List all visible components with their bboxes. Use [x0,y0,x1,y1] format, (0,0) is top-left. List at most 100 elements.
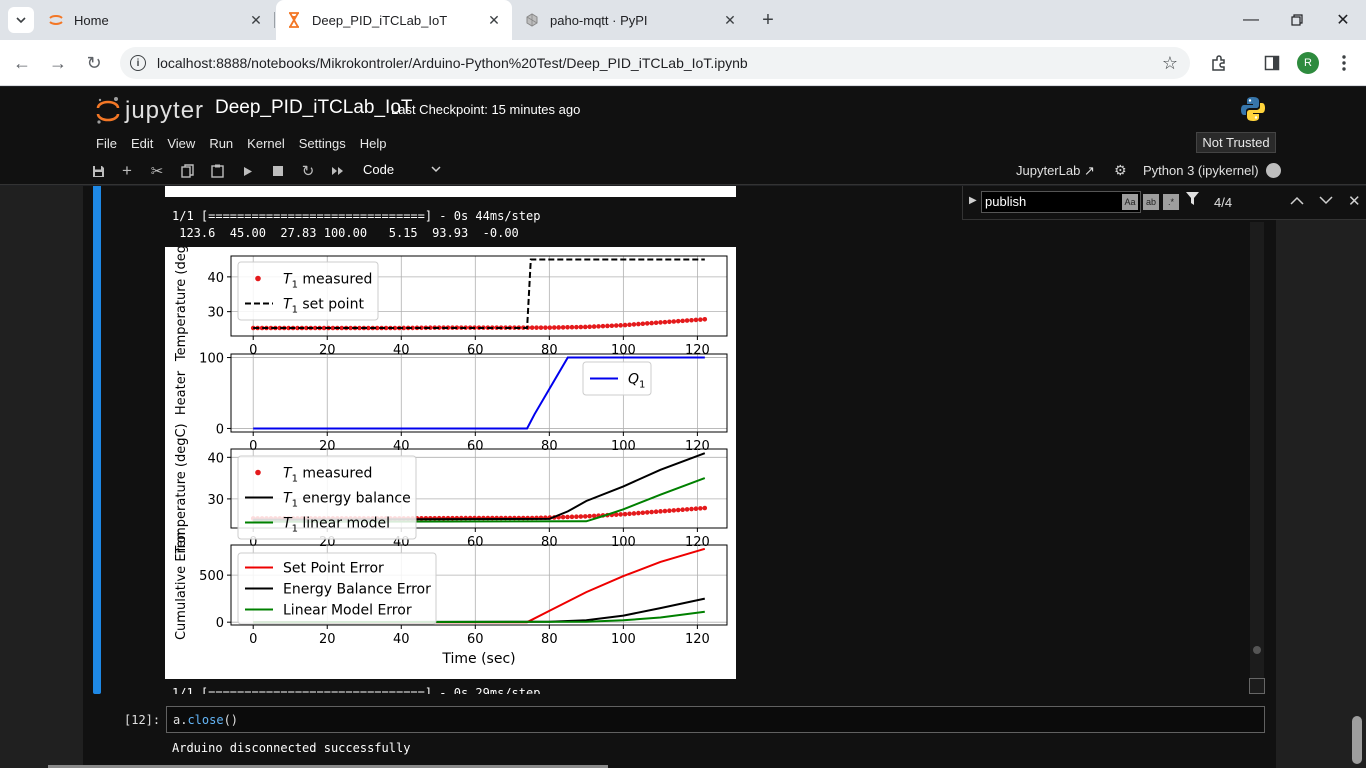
series-point [587,513,592,519]
page-scrollbar-thumb[interactable] [1352,716,1362,764]
series-point [609,323,615,329]
series-point [560,514,566,520]
previous-match-icon[interactable] [1290,192,1304,209]
series-point [658,509,663,514]
omnibox[interactable]: i localhost:8888/notebooks/Mikrokontrole… [120,47,1190,79]
notebook-area: 1/1 [==============================] - 0… [0,186,1366,768]
series-point [569,514,575,520]
legend-marker [255,469,261,476]
cell-type-select[interactable]: Code [363,162,394,177]
save-icon[interactable] [89,162,107,180]
tab-paho-mqtt[interactable]: paho-mqtt · PyPI ✕ [514,0,748,40]
close-window-button[interactable]: ✕ [1320,0,1366,40]
tab-deep-pid[interactable]: Deep_PID_iTCLab_IoT ✕ [276,0,512,40]
series-point [582,324,588,330]
series-point [658,320,663,325]
menu-file[interactable]: File [96,136,117,156]
menu-help[interactable]: Help [360,136,387,156]
match-case-toggle[interactable]: Aa [1122,194,1138,210]
side-panel-icon[interactable] [1261,52,1283,74]
series-point [565,325,570,330]
find-input[interactable]: publish [981,191,1141,213]
close-tab-icon[interactable]: ✕ [486,12,502,28]
series-point [556,325,561,330]
forward-button[interactable]: → [44,49,72,77]
back-button[interactable]: ← [8,49,36,77]
whole-word-toggle[interactable]: ab [1143,194,1159,210]
series-point [534,325,539,330]
series-point [671,508,677,513]
active-cell-indicator[interactable] [93,186,101,694]
extensions-icon[interactable] [1208,52,1230,74]
notebook-title[interactable]: Deep_PID_iTCLab_IoT [215,97,413,119]
regex-toggle[interactable]: .* [1163,194,1179,210]
new-tab-button[interactable]: + [756,8,780,32]
bookmark-star-icon[interactable]: ☆ [1162,53,1178,74]
site-info-icon[interactable]: i [130,55,146,71]
y-tick-label: 40 [207,271,224,286]
fast-forward-icon[interactable] [329,162,347,180]
series-point [578,514,584,519]
next-match-icon[interactable] [1319,192,1333,209]
series-point [640,510,646,516]
tab-label: Home [74,12,109,28]
menu-settings[interactable]: Settings [299,136,346,156]
external-link-icon: ↗ [1083,163,1095,178]
chart-figure: 0 20 40 60 80 100 1203040Temperature (degC) T1 … [174,231,728,667]
close-find-icon[interactable]: ✕ [1348,192,1361,210]
series-point [653,320,659,326]
series-point [693,506,699,512]
jupyterlab-link[interactable]: JupyterLab ↗ [1016,163,1095,179]
menu-kernel[interactable]: Kernel [247,136,285,156]
previous-plot-bottom [165,186,736,197]
kernel-name[interactable]: Python 3 (ipykernel) [1143,163,1259,178]
series-point [618,512,623,517]
reload-button[interactable]: ↻ [80,49,108,77]
tab-home[interactable]: Home ✕ [42,0,274,40]
close-tab-icon[interactable]: ✕ [722,12,738,28]
series-point [578,324,584,330]
restore-button[interactable] [1274,0,1320,40]
series-point [684,318,690,323]
arrow-left-icon: ← [13,52,31,73]
profile-avatar[interactable]: R [1297,52,1319,74]
menu-view[interactable]: View [167,136,195,156]
series-point [551,325,557,330]
series-point [627,511,632,517]
series-point [574,324,579,330]
menu-edit[interactable]: Edit [131,136,153,156]
url-text[interactable]: localhost:8888/notebooks/Mikrokontroler/… [157,55,748,71]
chevron-down-icon[interactable] [431,160,441,177]
toggle-replace-icon[interactable]: ▶ [969,195,977,206]
jupyter-logo[interactable]: jupyter [95,95,211,127]
insert-cell-icon[interactable]: + [118,161,136,180]
cell-input[interactable]: a.close() [166,706,1265,733]
gear-icon[interactable]: ⚙ [1114,162,1127,179]
jupyter-wordmark: jupyter [125,97,205,124]
trust-status-button[interactable]: Not Trusted [1196,132,1276,153]
filter-icon[interactable] [1186,192,1199,210]
menu-run[interactable]: Run [209,136,233,156]
copy-icon[interactable] [178,162,196,180]
minimize-button[interactable]: — [1228,0,1274,40]
series-point [582,514,588,519]
plus-icon: + [762,8,774,31]
stop-icon[interactable] [269,162,287,180]
series-point [636,510,641,516]
close-icon: ✕ [1336,12,1350,29]
restart-icon[interactable]: ↻ [299,162,317,180]
legend-label: Linear Model Error [283,603,412,619]
x-tick-label: 0 [249,632,257,647]
run-icon[interactable] [239,162,257,180]
more-options-icon[interactable] [1333,52,1355,74]
cut-icon[interactable]: ✂ [148,162,166,180]
output-scrollbar[interactable] [1250,222,1264,694]
output-resize-handle[interactable] [1249,678,1265,694]
tab-search-button[interactable] [8,7,34,33]
output-scrollbar-thumb[interactable] [1253,646,1261,654]
paste-icon[interactable] [208,162,226,180]
y-axis-label: Cumulative Error [174,529,189,640]
series-point [596,324,601,329]
close-tab-icon[interactable]: ✕ [248,12,264,28]
series-point [698,317,703,322]
